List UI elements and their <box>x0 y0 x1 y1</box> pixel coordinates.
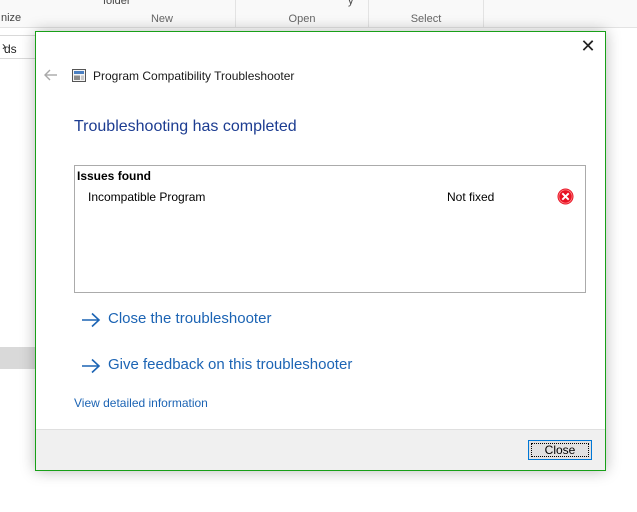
dialog-footer: Close <box>36 429 605 470</box>
ribbon-group-open: Open <box>236 0 369 27</box>
address-bar[interactable]: ds › <box>0 35 37 59</box>
troubleshooter-dialog: ✕ Program Compatibility Troubleshooter T… <box>35 31 606 471</box>
close-button[interactable]: Close <box>528 440 592 460</box>
ribbon-group-new-label: New <box>150 13 173 25</box>
explorer-ribbon: folder nize y New Open Select <box>0 0 637 28</box>
ribbon-group-select: Select <box>369 0 484 27</box>
error-icon <box>557 188 574 205</box>
address-bar-fragment: ds › <box>2 39 17 56</box>
arrow-right-icon <box>82 312 101 328</box>
issue-name: Incompatible Program <box>88 190 206 204</box>
issues-header: Issues found <box>77 169 152 183</box>
issues-list: Issues found Incompatible Program Not fi… <box>74 165 586 293</box>
nav-pane-selected-item[interactable] <box>0 347 36 369</box>
ribbon-group-open-label: Open <box>288 13 316 25</box>
dialog-title: Program Compatibility Troubleshooter <box>93 69 295 83</box>
issue-status: Not fixed <box>447 190 495 204</box>
close-icon[interactable]: ✕ <box>579 37 597 55</box>
ribbon-fragment-organize: nize <box>1 12 22 24</box>
close-troubleshooter-label: Close the troubleshooter <box>108 310 272 327</box>
page-heading: Troubleshooting has completed <box>74 118 297 135</box>
back-arrow-icon[interactable] <box>44 68 58 82</box>
ribbon-group-new: New <box>89 0 236 27</box>
ribbon-group-select-label: Select <box>410 13 442 25</box>
troubleshooter-app-icon <box>72 69 86 82</box>
view-detailed-information-link[interactable]: View detailed information <box>74 396 208 410</box>
give-feedback-label: Give feedback on this troubleshooter <box>108 356 353 373</box>
arrow-right-icon <box>82 358 101 374</box>
